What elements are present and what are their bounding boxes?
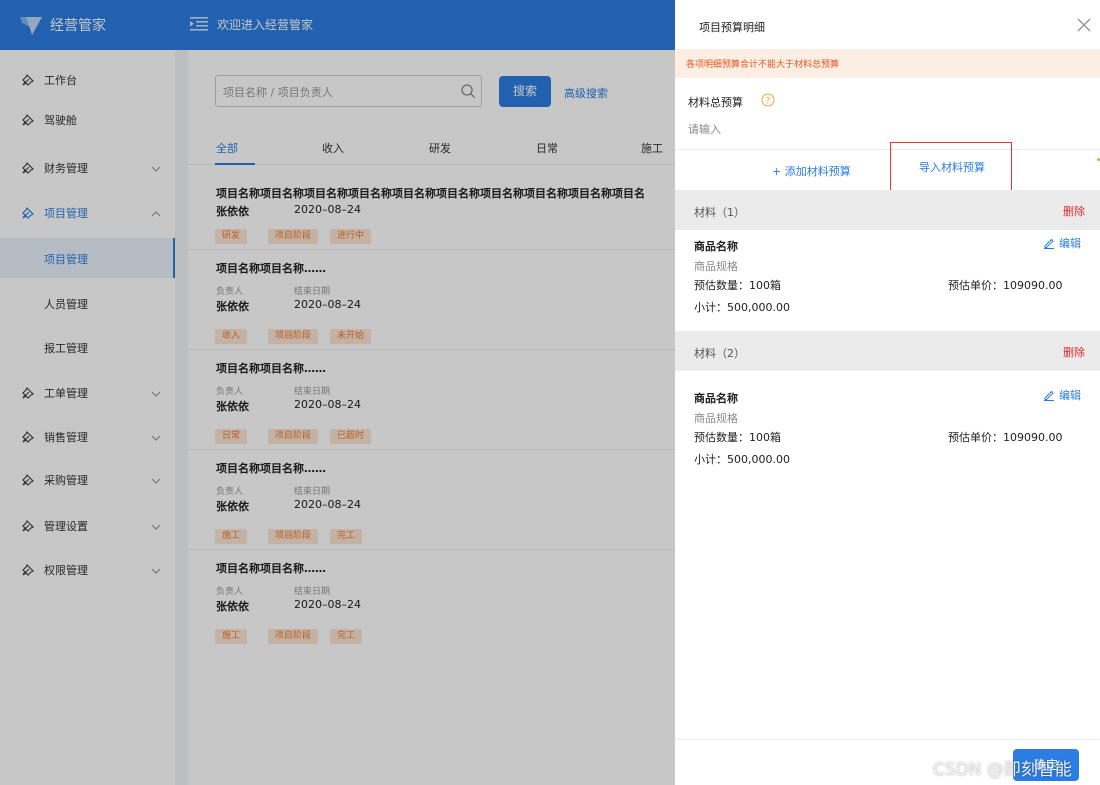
material-header: 材料（2） 删除 <box>675 331 1100 371</box>
edit-button[interactable]: 编辑 <box>1043 387 1081 403</box>
import-material-budget-label: 导入材料预算 <box>919 161 985 174</box>
watermark: CSDN @即刻智能 <box>933 760 1072 780</box>
goods-name: 商品名称 <box>694 392 738 405</box>
footer-divider <box>675 739 1100 740</box>
import-material-budget-button[interactable]: 导入材料预算 <box>890 142 1012 192</box>
edit-icon <box>1043 389 1059 401</box>
estimated-quantity: 预估数量：100箱 <box>694 431 781 444</box>
subtotal: 小计：500,000.00 <box>694 301 790 314</box>
edit-icon <box>1043 237 1059 249</box>
total-budget-input[interactable]: 请输入 <box>688 121 721 137</box>
goods-spec: 商品规格 <box>694 260 738 273</box>
delete-button[interactable]: 删除 <box>1063 203 1085 219</box>
drawer-title: 项目预算明细 <box>699 21 765 34</box>
total-budget-label: 材料总预算 <box>688 96 743 109</box>
estimated-quantity: 预估数量：100箱 <box>694 279 781 292</box>
goods-spec: 商品规格 <box>694 412 738 425</box>
edit-label: 编辑 <box>1059 237 1081 250</box>
estimated-price: 预估单价：109090.00 <box>948 431 1063 444</box>
divider <box>675 149 1100 150</box>
svg-text:?: ? <box>766 97 771 107</box>
material-title: 材料（2） <box>694 347 745 360</box>
delete-button[interactable]: 删除 <box>1063 344 1085 360</box>
modal-overlay[interactable] <box>0 0 675 785</box>
add-material-budget-link[interactable]: + 添加材料预算 <box>772 163 851 179</box>
material-header: 材料（1） 删除 <box>675 190 1100 230</box>
warning-text: 各项明细预算合计不能大于材料总预算 <box>686 60 840 70</box>
warning-banner: 各项明细预算合计不能大于材料总预算 <box>675 49 1100 78</box>
subtotal: 小计：500,000.00 <box>694 453 790 466</box>
goods-name: 商品名称 <box>694 240 738 253</box>
edit-label: 编辑 <box>1059 389 1081 402</box>
edit-button[interactable]: 编辑 <box>1043 235 1081 251</box>
budget-drawer: 项目预算明细 各项明细预算合计不能大于材料总预算 材料总预算 ? 请输入 + 添… <box>675 0 1100 785</box>
estimated-price: 预估单价：109090.00 <box>948 279 1063 292</box>
material-title: 材料（1） <box>694 206 745 219</box>
help-icon[interactable]: ? <box>761 93 775 107</box>
close-icon[interactable] <box>1077 18 1091 32</box>
